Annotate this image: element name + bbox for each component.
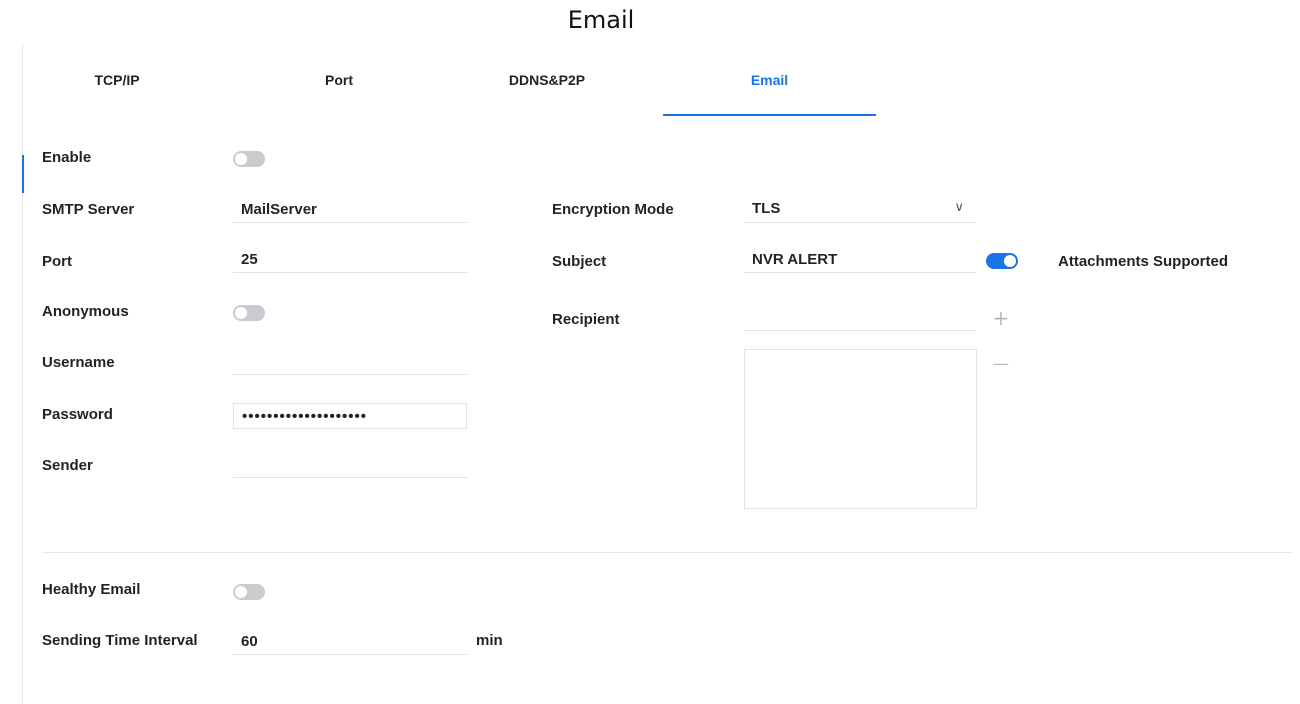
- chevron-down-icon: ∨: [954, 200, 964, 215]
- healthy-email-label: Healthy Email: [42, 581, 141, 598]
- port-input[interactable]: [233, 247, 467, 273]
- sender-label: Sender: [42, 457, 93, 474]
- remove-recipient-icon[interactable]: —: [991, 354, 1011, 374]
- tab-email[interactable]: Email: [663, 72, 876, 116]
- subject-label: Subject: [552, 253, 607, 270]
- encryption-mode-value: TLS: [752, 200, 781, 217]
- tab-tcp-ip[interactable]: TCP/IP: [42, 72, 192, 114]
- password-label: Password: [42, 406, 113, 423]
- sender-input[interactable]: [233, 452, 467, 478]
- sending-interval-unit: min: [476, 632, 503, 649]
- subject-input[interactable]: [744, 247, 976, 273]
- username-input[interactable]: [233, 349, 467, 375]
- enable-label: Enable: [42, 149, 92, 166]
- port-label: Port: [42, 253, 72, 270]
- tab-ddns-p2p[interactable]: DDNS&P2P: [472, 72, 622, 114]
- recipient-list[interactable]: [744, 349, 977, 509]
- toggle-knob: [235, 307, 247, 319]
- left-active-indicator: [22, 155, 24, 193]
- toggle-knob: [1004, 255, 1016, 267]
- smtp-server-label: SMTP Server: [42, 201, 135, 218]
- smtp-server-input[interactable]: [233, 197, 467, 223]
- tab-bar: TCP/IP Port DDNS&P2P Email: [42, 72, 1292, 116]
- username-label: Username: [42, 354, 115, 371]
- section-divider: [42, 552, 1292, 553]
- toggle-knob: [235, 586, 247, 598]
- sending-interval-input[interactable]: [233, 629, 467, 655]
- healthy-email-toggle[interactable]: [233, 584, 265, 600]
- encryption-mode-label: Encryption Mode: [552, 201, 674, 218]
- encryption-mode-select[interactable]: TLS ∨: [744, 197, 976, 223]
- tab-port[interactable]: Port: [264, 72, 414, 114]
- add-recipient-icon[interactable]: +: [991, 308, 1011, 328]
- recipient-input[interactable]: [744, 305, 976, 331]
- attachments-label: Attachments Supported: [1058, 253, 1229, 270]
- left-divider: [22, 44, 23, 704]
- enable-toggle[interactable]: [233, 151, 265, 167]
- anonymous-toggle[interactable]: [233, 305, 265, 321]
- toggle-knob: [235, 153, 247, 165]
- sending-interval-label: Sending Time Interval: [42, 632, 198, 649]
- anonymous-label: Anonymous: [42, 303, 129, 320]
- recipient-label: Recipient: [552, 311, 620, 328]
- password-input[interactable]: [233, 403, 467, 429]
- attachments-toggle[interactable]: [986, 253, 1018, 269]
- page-title: Email: [567, 6, 635, 34]
